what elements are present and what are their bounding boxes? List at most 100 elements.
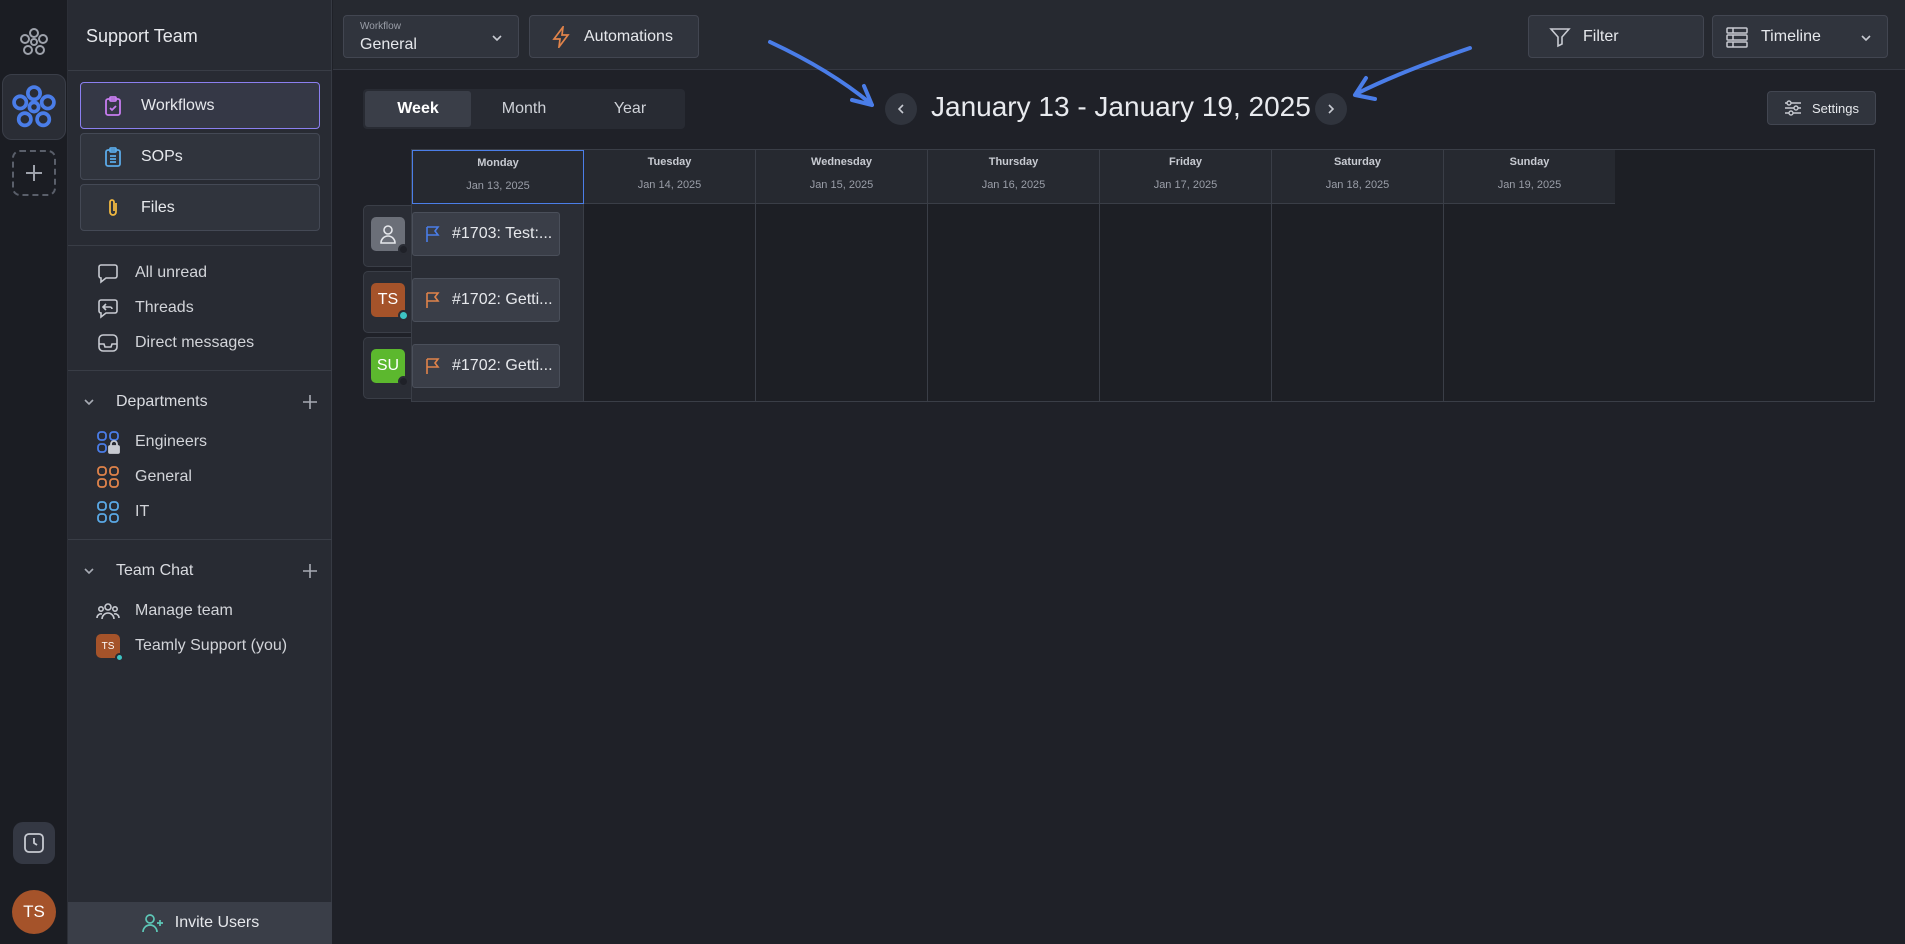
avatar[interactable]: TS <box>371 283 409 321</box>
settings-label: Settings <box>1812 100 1859 116</box>
sidebar-item-all-unread[interactable]: All unread <box>96 258 207 288</box>
chevron-down-icon <box>490 31 504 45</box>
day-date: Jan 18, 2025 <box>1325 179 1390 191</box>
chevron-down-icon <box>82 564 98 578</box>
day-date: Jan 16, 2025 <box>981 179 1046 191</box>
sidebar-item-label: All unread <box>135 264 208 281</box>
task-title: #1703: Test:... <box>452 225 553 242</box>
sidebar-item-label: Threads <box>135 299 194 316</box>
nav-files[interactable]: Files <box>80 184 320 231</box>
sidebar-item-general[interactable]: General <box>96 462 192 492</box>
sidebar-item-direct-messages[interactable]: Direct messages <box>96 328 254 358</box>
avatar[interactable] <box>371 217 409 255</box>
status-dot <box>398 310 409 321</box>
app-window: TS Support Team Workflows SOPs Files All… <box>0 0 1905 944</box>
day-date: Jan 14, 2025 <box>637 179 702 191</box>
add-chat-icon[interactable] <box>302 563 318 579</box>
avatar-initials: TS <box>377 291 399 308</box>
sidebar-item-label: IT <box>135 503 150 520</box>
day-column-sunday[interactable] <box>1444 204 1616 401</box>
department-grid-lock-icon <box>96 430 120 454</box>
paperclip-icon <box>101 196 125 220</box>
user-placeholder-icon <box>380 225 396 244</box>
invite-users-label: Invite Users <box>174 914 260 931</box>
team-workspace-button[interactable] <box>2 74 66 140</box>
nav-workflows[interactable]: Workflows <box>80 82 320 129</box>
calendar-main: Week Month Year January 13 - January 19,… <box>333 71 1905 944</box>
app-logo-icon[interactable] <box>0 18 68 66</box>
view-select-value: Timeline <box>1761 27 1821 45</box>
day-name: Tuesday <box>647 156 692 168</box>
sliders-icon <box>1784 100 1802 116</box>
chevron-down-icon <box>82 395 98 409</box>
user-avatar[interactable]: TS <box>12 890 56 934</box>
workspace-rail: TS <box>0 0 68 944</box>
day-header-wednesday[interactable]: Wednesday Jan 15, 2025 <box>756 150 928 204</box>
sidebar-item-it[interactable]: IT <box>96 497 149 527</box>
departments-section-header[interactable]: Departments <box>82 387 318 417</box>
sidebar-item-label: General <box>135 468 192 485</box>
row-assignee-3: SU <box>363 337 411 399</box>
chat-bubble-icon <box>96 261 120 285</box>
task-title: #1702: Getti... <box>452 291 553 308</box>
nav-files-label: Files <box>141 198 175 216</box>
tab-week[interactable]: Week <box>365 91 471 127</box>
workflow-select-value: General <box>360 36 417 53</box>
filter-button[interactable]: Filter <box>1528 15 1704 58</box>
previous-week-button[interactable] <box>885 93 917 125</box>
sidebar-item-teamly-support[interactable]: TS Teamly Support (you) <box>96 631 288 662</box>
day-header-sunday[interactable]: Sunday Jan 19, 2025 <box>1444 150 1615 204</box>
day-column-thursday[interactable] <box>928 204 1100 401</box>
invite-users-button[interactable]: Invite Users <box>68 902 332 944</box>
sidebar-item-threads[interactable]: Threads <box>96 293 194 323</box>
sidebar-item-engineers[interactable]: Engineers <box>96 427 207 457</box>
add-department-icon[interactable] <box>302 394 318 410</box>
view-select[interactable]: Timeline <box>1712 15 1888 58</box>
settings-button[interactable]: Settings <box>1767 91 1876 125</box>
day-column-saturday[interactable] <box>1272 204 1444 401</box>
chevron-down-icon <box>1859 31 1873 45</box>
view-period-toggle: Week Month Year <box>363 89 685 129</box>
sidebar-item-manage-team[interactable]: Manage team <box>96 596 233 626</box>
chevron-right-icon <box>1328 104 1335 114</box>
clock-icon[interactable] <box>13 822 55 864</box>
clipboard-check-icon <box>101 94 125 118</box>
task-card[interactable]: #1702: Getti... <box>412 344 560 388</box>
flag-icon <box>425 225 441 243</box>
day-header-monday[interactable]: Monday Jan 13, 2025 <box>412 150 584 204</box>
day-header-friday[interactable]: Friday Jan 17, 2025 <box>1100 150 1272 204</box>
task-card[interactable]: #1703: Test:... <box>412 212 560 256</box>
automations-button[interactable]: Automations <box>529 15 699 58</box>
task-card[interactable]: #1702: Getti... <box>412 278 560 322</box>
chevron-left-icon <box>897 104 904 114</box>
sidebar: Support Team Workflows SOPs Files All un… <box>68 0 332 944</box>
day-header-thursday[interactable]: Thursday Jan 16, 2025 <box>928 150 1100 204</box>
week-grid: Monday Jan 13, 2025 Tuesday Jan 14, 2025… <box>411 149 1875 402</box>
day-header-saturday[interactable]: Saturday Jan 18, 2025 <box>1272 150 1444 204</box>
day-name: Wednesday <box>811 156 872 168</box>
tab-month[interactable]: Month <box>471 91 577 127</box>
nav-sops[interactable]: SOPs <box>80 133 320 180</box>
avatar-initials: SU <box>376 357 400 374</box>
top-toolbar: Workflow General Automations Filter Time… <box>333 0 1905 70</box>
department-grid-icon <box>96 500 120 524</box>
day-date: Jan 13, 2025 <box>466 180 530 192</box>
next-week-button[interactable] <box>1315 93 1347 125</box>
day-column-wednesday[interactable] <box>756 204 928 401</box>
day-column-friday[interactable] <box>1100 204 1272 401</box>
day-name: Thursday <box>988 156 1039 168</box>
team-chat-title: Team Chat <box>116 562 194 579</box>
workflow-select[interactable]: Workflow General <box>343 15 519 58</box>
add-workspace-button[interactable] <box>12 150 56 196</box>
day-name: Friday <box>1168 156 1202 168</box>
sidebar-item-label: Direct messages <box>135 334 255 351</box>
sidebar-item-label: Teamly Support (you) <box>135 637 288 654</box>
avatar[interactable]: SU <box>371 349 409 387</box>
day-header-tuesday[interactable]: Tuesday Jan 14, 2025 <box>584 150 756 204</box>
team-chat-section-header[interactable]: Team Chat <box>82 556 318 586</box>
day-column-tuesday[interactable] <box>584 204 756 401</box>
tab-year[interactable]: Year <box>577 91 683 127</box>
threads-icon <box>96 296 120 320</box>
date-range-title: January 13 - January 19, 2025 <box>931 91 1311 122</box>
day-name: Saturday <box>1333 156 1382 168</box>
